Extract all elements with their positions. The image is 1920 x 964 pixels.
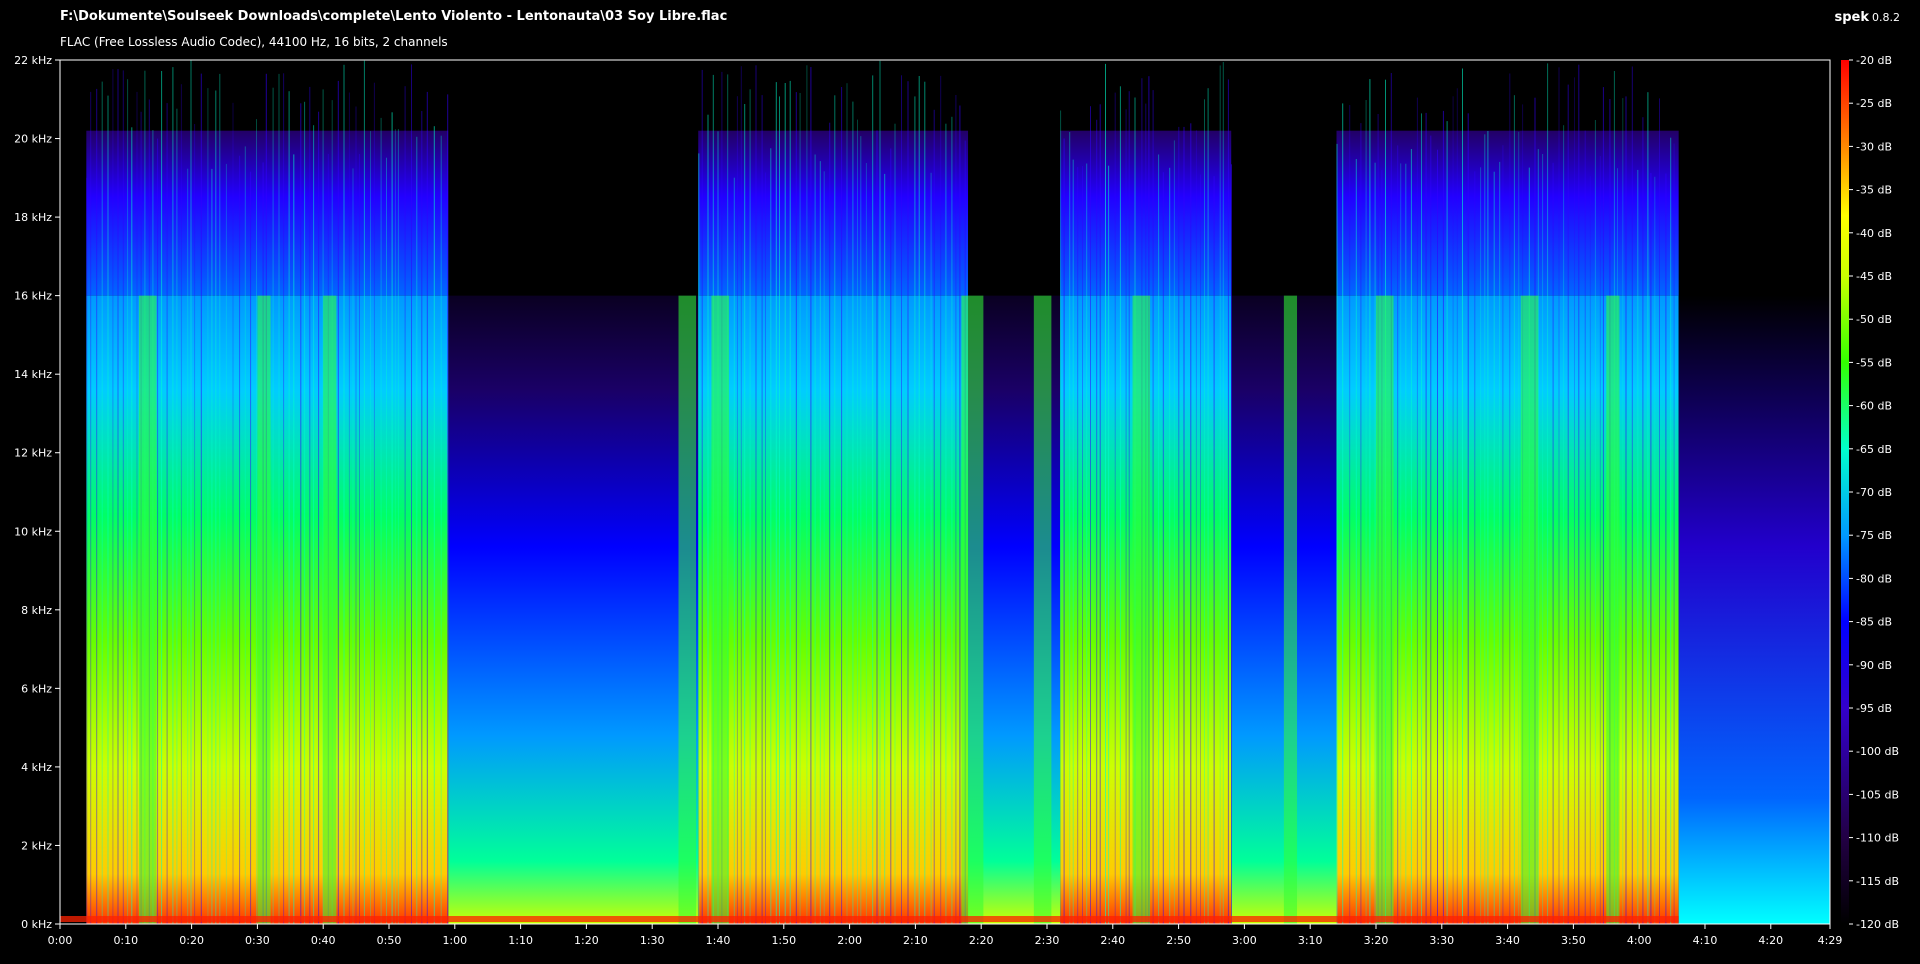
y-tick-label: 16 kHz (14, 290, 52, 303)
loud-section-upper-3 (1336, 130, 1679, 296)
colorbar-tick-label: -40 dB (1856, 227, 1892, 240)
x-tick-label: 0:50 (377, 934, 402, 947)
fade-out-section (1678, 295, 1830, 924)
x-tick-label: 1:20 (574, 934, 599, 947)
x-tick-label: 1:00 (442, 934, 467, 947)
y-tick-label: 20 kHz (14, 133, 52, 146)
colorbar-gradient (1841, 60, 1849, 924)
x-tick-label: 0:20 (179, 934, 204, 947)
x-tick-label: 4:00 (1627, 934, 1652, 947)
quiet-section-0 (448, 295, 699, 924)
x-tick-label: 3:10 (1298, 934, 1323, 947)
y-tick-label: 6 kHz (21, 682, 52, 695)
colorbar-tick-label: -55 dB (1856, 356, 1892, 369)
colorbar-tick-label: -110 dB (1856, 832, 1899, 845)
y-tick-label: 8 kHz (21, 604, 52, 617)
x-tick-label: 3:40 (1495, 934, 1520, 947)
x-tick-label: 4:20 (1758, 934, 1783, 947)
colorbar-tick-label: -70 dB (1856, 486, 1892, 499)
x-tick-label: 2:40 (1100, 934, 1125, 947)
colorbar-tick-label: -30 dB (1856, 140, 1892, 153)
loud-section-1 (698, 295, 969, 924)
colorbar-tick-label: -35 dB (1856, 184, 1892, 197)
colorbar-tick-label: -90 dB (1856, 659, 1892, 672)
y-tick-label: 10 kHz (14, 525, 52, 538)
colorbar-tick-label: -120 dB (1856, 918, 1899, 931)
x-tick-label: 4:29 (1818, 934, 1843, 947)
colorbar-tick-label: -115 dB (1856, 875, 1899, 888)
colorbar-tick-label: -60 dB (1856, 400, 1892, 413)
x-tick-label: 2:10 (903, 934, 928, 947)
x-tick-label: 1:10 (508, 934, 533, 947)
x-tick-label: 3:30 (1429, 934, 1454, 947)
time-axis: 0:00 0:10 0:20 0:30 0:40 0:50 1:00 1:10 1:20 1:30… (48, 924, 1843, 947)
y-tick-label: 22 kHz (14, 54, 52, 67)
spectrogram-chart: 0 kHz 2 kHz 4 kHz 6 kHz 8 kHz 10 kHz 12 kHz 14 … (14, 54, 1899, 947)
x-tick-label: 3:50 (1561, 934, 1586, 947)
colorbar-tick-label: -80 dB (1856, 572, 1892, 585)
x-tick-label: 4:10 (1693, 934, 1718, 947)
y-tick-label: 0 kHz (21, 918, 52, 931)
colorbar-tick-label: -20 dB (1856, 54, 1892, 67)
x-tick-label: 2:00 (837, 934, 862, 947)
colorbar-tick-label: -100 dB (1856, 745, 1899, 758)
y-tick-label: 4 kHz (21, 761, 52, 774)
x-tick-label: 3:20 (1364, 934, 1389, 947)
y-tick-label: 12 kHz (14, 447, 52, 460)
colorbar-tick-label: -65 dB (1856, 443, 1892, 456)
y-tick-label: 2 kHz (21, 839, 52, 852)
x-tick-label: 2:20 (969, 934, 994, 947)
colorbar-tick-label: -85 dB (1856, 616, 1892, 629)
x-tick-label: 0:00 (48, 934, 73, 947)
spectrogram-plot-area (59, 59, 1831, 925)
colorbar-tick-label: -95 dB (1856, 702, 1892, 715)
colorbar-tick-label: -45 dB (1856, 270, 1892, 283)
x-tick-label: 2:30 (1035, 934, 1060, 947)
x-tick-label: 1:50 (771, 934, 796, 947)
y-tick-label: 18 kHz (14, 211, 52, 224)
x-tick-label: 3:00 (1232, 934, 1257, 947)
db-colorbar: -20 dB -25 dB -30 dB -35 dB -40 dB -45 dB -50 … (1841, 54, 1899, 931)
x-tick-label: 2:50 (1166, 934, 1191, 947)
x-tick-label: 1:30 (640, 934, 665, 947)
x-tick-label: 1:40 (706, 934, 731, 947)
x-tick-label: 0:30 (245, 934, 270, 947)
x-tick-label: 0:10 (113, 934, 138, 947)
colorbar-tick-label: -50 dB (1856, 313, 1892, 326)
frequency-axis: 0 kHz 2 kHz 4 kHz 6 kHz 8 kHz 10 kHz 12 kHz 14 … (14, 54, 60, 931)
loud-section-upper-1 (698, 130, 969, 296)
y-tick-label: 14 kHz (14, 368, 52, 381)
colorbar-tick-label: -105 dB (1856, 788, 1899, 801)
colorbar-tick-label: -25 dB (1856, 97, 1892, 110)
colorbar-tick-label: -75 dB (1856, 529, 1892, 542)
x-tick-label: 0:40 (311, 934, 336, 947)
